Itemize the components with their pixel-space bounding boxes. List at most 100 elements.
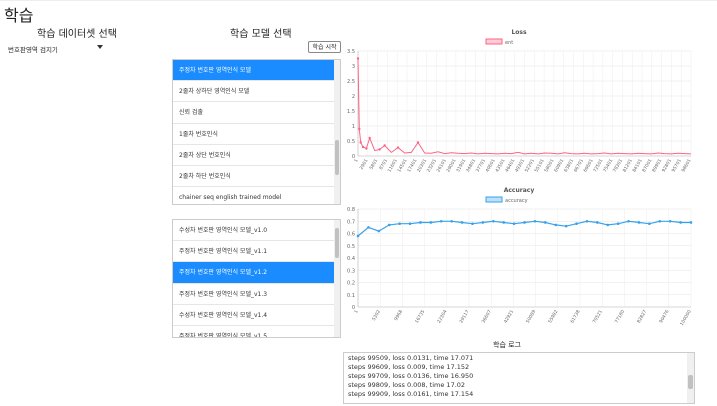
y-tick-label: 1 bbox=[352, 124, 355, 130]
x-tick-label: 36607 bbox=[481, 309, 493, 325]
data-point bbox=[606, 223, 610, 227]
data-point bbox=[575, 222, 578, 225]
model-list-base: 주정차 번호판 영역인식 모델 2줄차 상하단 영역인식 모델 신뢰 검출 1줄차 번… bbox=[172, 59, 341, 205]
model-list-item[interactable]: 주정차 번호판 영역인식 모델_v1.2 bbox=[173, 262, 340, 284]
model-list-item[interactable]: 주정차 번호판 영역인식 모델 bbox=[173, 60, 340, 82]
x-tick-label: 42921 bbox=[503, 309, 515, 325]
data-point bbox=[429, 221, 433, 224]
data-point bbox=[398, 222, 401, 225]
y-tick-label: 0.5 bbox=[347, 244, 355, 250]
data-point bbox=[408, 222, 412, 225]
accuracy-chart: Accuracyaccuracy00.10.20.30.40.50.60.70.… bbox=[347, 187, 693, 327]
data-point bbox=[471, 222, 474, 225]
x-tick-label: 98601 bbox=[680, 158, 692, 174]
x-tick-label: 16735 bbox=[414, 309, 426, 325]
data-point bbox=[616, 222, 620, 225]
x-tick-label: 22304 bbox=[436, 309, 448, 325]
data-point bbox=[523, 221, 526, 224]
log-line: steps 99509, loss 0.0131, time 17.071 bbox=[348, 354, 474, 362]
y-tick-label: 0.3 bbox=[347, 268, 355, 274]
model-list-item[interactable]: 신뢰 검출 bbox=[173, 102, 340, 124]
data-point bbox=[416, 141, 420, 144]
model-list-item[interactable]: 주정차 번호판 영역인식 모델_v1.3 bbox=[173, 284, 340, 305]
model-list-item[interactable]: 2줄차 상단 번호인식 bbox=[173, 145, 340, 166]
model-list-item[interactable]: chainer seq english trained model bbox=[173, 187, 340, 204]
y-tick-label: 2 bbox=[352, 94, 355, 100]
data-point bbox=[637, 221, 641, 224]
legend-label: accuracy bbox=[505, 198, 528, 204]
log-title: 학습 로그 bbox=[493, 341, 521, 349]
data-point bbox=[544, 221, 547, 224]
data-point bbox=[378, 148, 381, 151]
data-point bbox=[396, 146, 400, 149]
chart-title: Accuracy bbox=[504, 187, 535, 194]
data-point bbox=[358, 127, 361, 131]
scroll-thumb[interactable] bbox=[335, 228, 339, 258]
y-tick-label: 0.4 bbox=[347, 256, 355, 262]
model-list-item[interactable]: 주정차 번호판 영역인식 모델_v1.1 bbox=[173, 241, 340, 263]
data-point bbox=[585, 219, 589, 223]
model-list-item[interactable]: 2줄차 하단 번호인식 bbox=[173, 166, 340, 188]
x-tick-label: 55982 bbox=[547, 309, 559, 325]
data-point bbox=[365, 147, 368, 150]
y-tick-label: 2.5 bbox=[347, 79, 355, 85]
y-tick-label: 1.5 bbox=[347, 109, 355, 115]
log-scrollbar[interactable] bbox=[687, 353, 694, 403]
data-point bbox=[383, 144, 386, 147]
data-point bbox=[361, 145, 365, 149]
chart-title: Loss bbox=[511, 29, 527, 36]
training-log: steps 99509, loss 0.0131, time 17.071 ste… bbox=[343, 352, 695, 404]
log-line: steps 99809, loss 0.008, time 17.02 bbox=[348, 381, 466, 389]
y-tick-label: 3.5 bbox=[347, 49, 355, 55]
page-title: 학습 bbox=[4, 6, 34, 25]
x-tick-label: 2901 bbox=[359, 158, 370, 171]
legend-label: ent bbox=[505, 40, 513, 46]
data-point bbox=[658, 219, 662, 223]
top-divider bbox=[0, 0, 717, 1]
model-section-title: 학습 모델 선택 bbox=[230, 29, 292, 40]
model-list-versions-scrollbar[interactable] bbox=[334, 220, 340, 337]
data-point bbox=[689, 221, 693, 224]
y-tick-label: 0.5 bbox=[347, 139, 355, 145]
x-tick-label: 100000 bbox=[679, 309, 693, 327]
data-point bbox=[564, 224, 568, 228]
data-point bbox=[533, 219, 537, 223]
x-tick-label: 29117 bbox=[458, 309, 470, 325]
x-tick-label: 90476 bbox=[658, 309, 670, 325]
x-tick-label: 9968 bbox=[393, 309, 404, 322]
legend-swatch bbox=[485, 196, 503, 203]
log-line: steps 99609, loss 0.009, time 17.152 bbox=[348, 363, 470, 371]
log-line: steps 99909, loss 0.0161, time 17.154 bbox=[348, 390, 474, 398]
model-list-item[interactable]: 1줄차 번호인식 bbox=[173, 124, 340, 145]
data-point bbox=[460, 221, 464, 224]
dataset-section-title: 학습 데이터셋 선택 bbox=[37, 29, 117, 40]
model-list-item[interactable]: 주정차 번호판 영역인식 모델_v1.5 bbox=[173, 326, 340, 337]
model-list-item[interactable]: 수성차 번호판 영역인식 모델_v1.0 bbox=[173, 220, 340, 242]
data-point bbox=[554, 223, 558, 227]
x-tick-label: 50089 bbox=[525, 309, 537, 325]
model-list-item[interactable]: 수성차 번호판 영역인식 모델_v1.4 bbox=[173, 305, 340, 326]
data-point bbox=[377, 229, 381, 233]
scroll-thumb[interactable] bbox=[335, 140, 339, 175]
x-tick-label: 77180 bbox=[614, 309, 626, 325]
dataset-select[interactable]: 번호판영역 검지기 bbox=[5, 41, 105, 55]
model-list-base-scrollbar[interactable] bbox=[334, 60, 340, 204]
data-point bbox=[356, 57, 360, 60]
data-point bbox=[356, 234, 360, 238]
scroll-thumb[interactable] bbox=[688, 375, 693, 389]
start-training-button[interactable]: 학습 시작 bbox=[308, 41, 341, 53]
log-line: steps 99709, loss 0.0136, time 16.950 bbox=[348, 372, 474, 380]
dataset-select-value: 번호판영역 검지기 bbox=[8, 46, 58, 54]
data-point bbox=[481, 221, 485, 224]
data-point bbox=[359, 141, 362, 144]
data-point bbox=[627, 219, 630, 223]
y-tick-label: 3 bbox=[352, 64, 355, 70]
data-point bbox=[439, 219, 443, 223]
legend-swatch bbox=[485, 38, 503, 45]
x-tick-label: 70521 bbox=[592, 309, 604, 325]
data-point bbox=[387, 223, 391, 227]
data-point bbox=[668, 219, 672, 223]
model-list-item[interactable]: 2줄차 상하단 영역인식 모델 bbox=[173, 81, 340, 103]
data-point bbox=[491, 219, 495, 223]
data-point bbox=[512, 222, 516, 225]
